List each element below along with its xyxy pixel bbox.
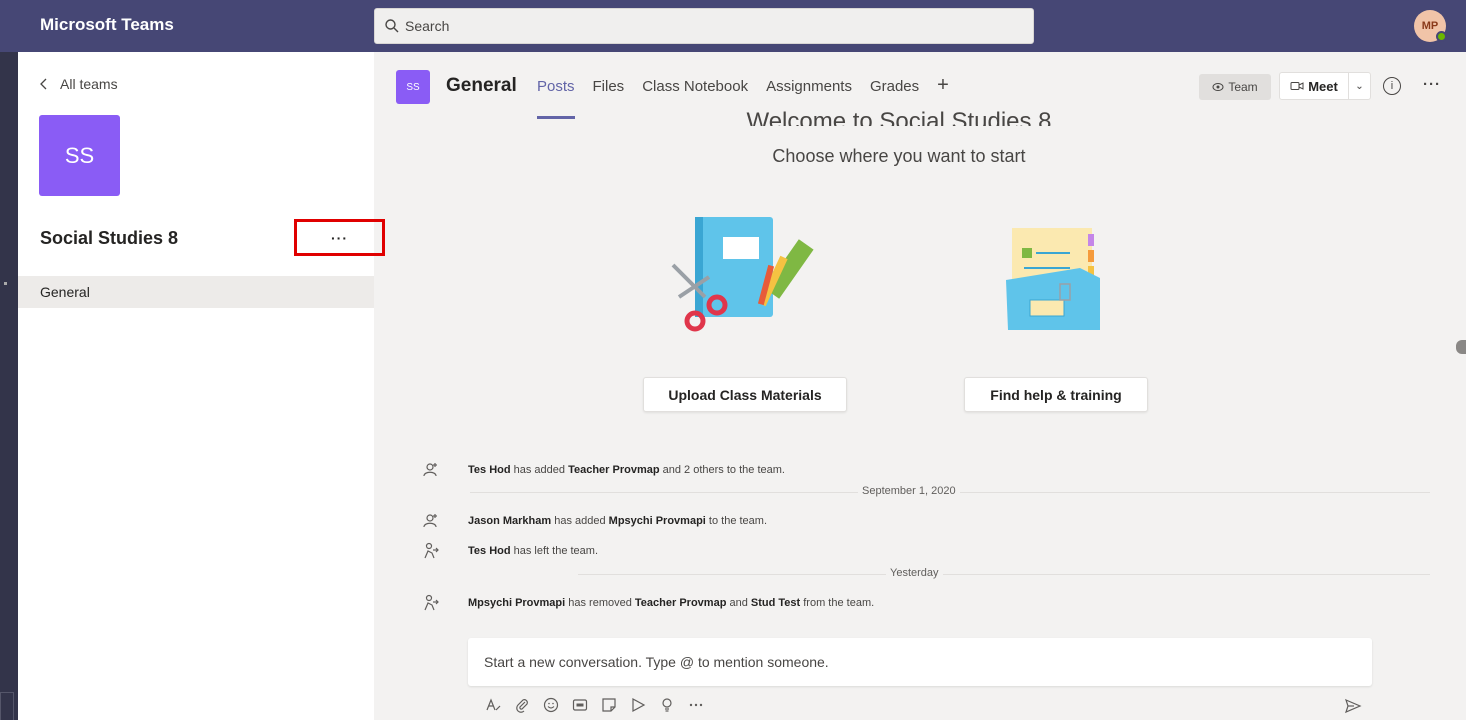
attach-icon[interactable] bbox=[513, 696, 531, 714]
choose-subheading: Choose where you want to start bbox=[772, 146, 1026, 166]
team-sidebar: All teams SS Social Studies 8 ··· Genera… bbox=[18, 52, 385, 720]
channel-team-avatar: SS bbox=[396, 70, 430, 104]
tab-grades[interactable]: Grades bbox=[870, 78, 919, 95]
find-help-training-button[interactable]: Find help & training bbox=[964, 377, 1148, 412]
activity-actor: Tes Hod bbox=[468, 545, 511, 557]
activity-text: Tes Hod has added Teacher Provmap and 2 … bbox=[468, 464, 785, 476]
date-divider: September 1, 2020 bbox=[470, 485, 1430, 499]
activity-tail: from the team. bbox=[800, 597, 875, 609]
emoji-icon[interactable] bbox=[542, 696, 560, 714]
channel-item-general[interactable]: General bbox=[18, 276, 374, 308]
tab-posts[interactable]: Posts bbox=[537, 78, 575, 119]
activity-item: Tes Hod has added Teacher Provmap and 2 … bbox=[422, 461, 785, 479]
welcome-heading: Welcome to Social Studies 8 bbox=[374, 104, 1424, 126]
date-divider: Yesterday bbox=[470, 567, 1430, 581]
team-button-label: Team bbox=[1228, 80, 1258, 94]
info-icon[interactable]: i bbox=[1383, 77, 1401, 95]
help-training-illustration bbox=[1006, 228, 1100, 330]
tab-files[interactable]: Files bbox=[593, 78, 625, 95]
activity-target-2: Stud Test bbox=[750, 597, 801, 609]
activity-target: Teacher Provmap bbox=[634, 597, 727, 609]
top-bar: Microsoft Teams MP bbox=[0, 0, 1466, 52]
activity-item: Jason Markham has added Mpsychi Provmapi… bbox=[422, 512, 767, 530]
activity-verb: has left the team. bbox=[510, 545, 599, 557]
activity-target: Mpsychi Provmapi bbox=[608, 515, 706, 527]
activity-text: Mpsychi Provmapi has removed Teacher Pro… bbox=[468, 597, 874, 609]
date-label: September 1, 2020 bbox=[858, 485, 960, 497]
meet-button[interactable]: Meet ⌄ bbox=[1279, 72, 1371, 100]
date-label: Yesterday bbox=[886, 567, 943, 579]
activity-text: Jason Markham has added Mpsychi Provmapi… bbox=[468, 515, 767, 527]
video-camera-icon bbox=[1290, 82, 1304, 90]
activity-verb: has added bbox=[551, 515, 609, 527]
search-icon bbox=[385, 19, 399, 33]
search-input[interactable] bbox=[405, 9, 1025, 43]
sticker-icon[interactable] bbox=[600, 696, 618, 714]
activity-tail: to the team. bbox=[705, 515, 768, 527]
meet-button-label: Meet bbox=[1308, 78, 1338, 94]
send-icon[interactable] bbox=[1344, 697, 1362, 715]
activity-item: Tes Hod has left the team. bbox=[422, 542, 598, 560]
praise-icon[interactable] bbox=[658, 696, 676, 714]
activity-verb: has added bbox=[510, 464, 569, 476]
activity-target: Teacher Provmap bbox=[568, 464, 660, 476]
scroll-handle[interactable] bbox=[1456, 340, 1466, 354]
compose-input[interactable] bbox=[484, 638, 1354, 686]
app-rail bbox=[0, 52, 18, 720]
team-avatar: SS bbox=[39, 115, 120, 196]
add-tab-icon[interactable]: + bbox=[937, 75, 949, 95]
rail-button[interactable] bbox=[0, 692, 14, 720]
channel-more-options-button[interactable]: ··· bbox=[1423, 76, 1441, 93]
person-leave-icon bbox=[424, 542, 439, 559]
gif-icon[interactable] bbox=[571, 696, 589, 714]
person-add-icon bbox=[423, 514, 437, 528]
person-leave-icon bbox=[424, 594, 439, 611]
chevron-left-icon bbox=[40, 78, 47, 90]
search-box[interactable] bbox=[374, 8, 1034, 44]
chevron-down-icon[interactable]: ⌄ bbox=[1348, 73, 1370, 99]
meet-now-button[interactable]: Meet bbox=[1280, 79, 1348, 94]
activity-actor: Mpsychi Provmapi bbox=[468, 597, 566, 609]
more-options-icon[interactable] bbox=[687, 696, 705, 714]
team-button[interactable]: Team bbox=[1199, 74, 1271, 100]
compose-toolbar bbox=[484, 696, 705, 714]
activity-item: Mpsychi Provmapi has removed Teacher Pro… bbox=[422, 594, 874, 612]
upload-class-materials-button[interactable]: Upload Class Materials bbox=[643, 377, 847, 412]
app-title: Microsoft Teams bbox=[40, 15, 174, 34]
meet-now-icon[interactable] bbox=[629, 696, 647, 714]
activity-tail: and 2 others to the team. bbox=[659, 464, 785, 476]
rail-marker bbox=[4, 282, 7, 285]
activity-verb: has removed bbox=[565, 597, 635, 609]
tab-class-notebook[interactable]: Class Notebook bbox=[642, 78, 748, 95]
presence-available-icon bbox=[1436, 31, 1447, 42]
activity-actor: Jason Markham bbox=[468, 515, 552, 527]
team-name: Social Studies 8 bbox=[40, 228, 179, 248]
divider-line bbox=[578, 574, 1430, 575]
tab-assignments[interactable]: Assignments bbox=[766, 78, 852, 95]
person-add-icon bbox=[423, 463, 437, 477]
all-teams-label: All teams bbox=[60, 76, 118, 92]
activity-text: Tes Hod has left the team. bbox=[468, 545, 598, 557]
class-materials-illustration bbox=[671, 217, 814, 332]
format-icon[interactable] bbox=[484, 696, 502, 714]
activity-actor: Tes Hod bbox=[468, 464, 511, 476]
compose-box[interactable] bbox=[468, 638, 1372, 686]
channel-name: General bbox=[446, 75, 517, 96]
channel-tabs: Posts Files Class Notebook Assignments G… bbox=[537, 75, 949, 119]
all-teams-link[interactable]: All teams bbox=[40, 76, 118, 92]
eye-icon bbox=[1212, 83, 1224, 91]
team-more-options-button[interactable]: ··· bbox=[294, 219, 385, 256]
activity-conj: and bbox=[726, 597, 751, 609]
welcome-text: Welcome to Social Studies 8 bbox=[746, 108, 1052, 126]
